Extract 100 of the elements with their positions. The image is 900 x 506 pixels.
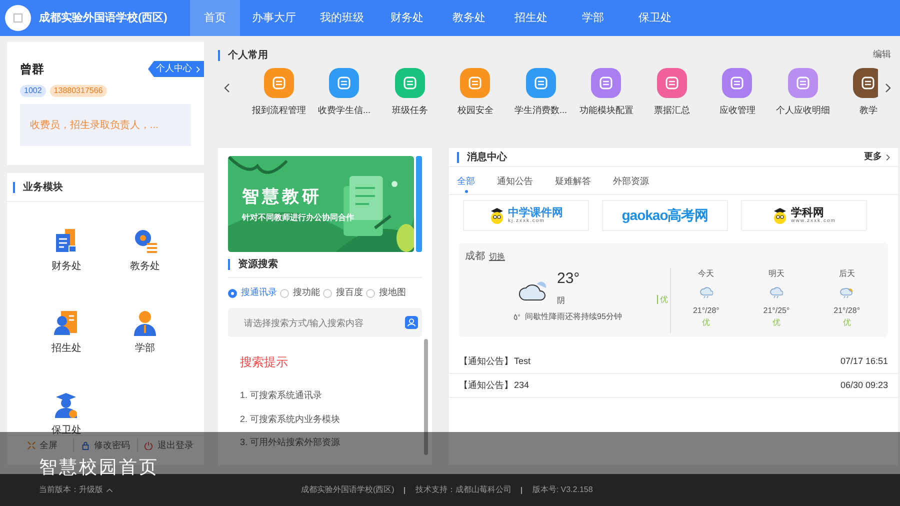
app-glyph-icon bbox=[402, 76, 417, 90]
app-glyph-icon bbox=[664, 76, 679, 90]
search-option[interactable]: 搜功能 bbox=[280, 286, 320, 300]
notice-time: 06/30 09:23 bbox=[840, 378, 888, 392]
search-option[interactable]: 搜通讯录 bbox=[228, 286, 277, 300]
nav-tab[interactable]: 学部 bbox=[562, 0, 624, 36]
rain-cloud-icon bbox=[699, 287, 714, 299]
air-quality: 优 bbox=[702, 317, 710, 329]
tip-text: 1. 可搜索系统通讯录 bbox=[240, 389, 324, 402]
switch-link[interactable]: 切换 bbox=[489, 250, 505, 262]
air-quality: 优 bbox=[657, 295, 668, 304]
module-link[interactable]: 财务处 bbox=[51, 259, 82, 274]
footer-text: 技术支持：成都山莓科公司 bbox=[415, 484, 512, 496]
search-field[interactable]: 请选择搜索方式/输入搜索内容 bbox=[228, 308, 422, 337]
app-label[interactable]: 票据汇总 bbox=[654, 104, 690, 118]
phone-tag: 13880317566 bbox=[50, 85, 107, 97]
notice-row[interactable]: 【通知公告】Test 07/17 16:51 bbox=[449, 350, 898, 374]
current-temperature: 23° bbox=[557, 269, 581, 289]
notice-tag: 【通知公告】 bbox=[459, 378, 513, 392]
section-title: 消息中心 bbox=[467, 150, 507, 164]
raindrop-icon bbox=[513, 312, 522, 320]
section-title: 资源搜索 bbox=[238, 258, 278, 272]
app-label[interactable]: 功能模块配置 bbox=[579, 104, 634, 118]
mascot-icon bbox=[772, 206, 788, 224]
chevron-up-icon bbox=[106, 488, 113, 492]
app-icon[interactable] bbox=[656, 68, 687, 98]
app-glyph-icon bbox=[599, 76, 614, 90]
app-label[interactable]: 校园安全 bbox=[457, 104, 494, 118]
module-link[interactable]: 教务处 bbox=[130, 259, 160, 274]
app-label[interactable]: 学生消费数... bbox=[514, 104, 567, 118]
section-title: 个人常用 bbox=[228, 48, 268, 62]
app-icon[interactable] bbox=[591, 68, 622, 98]
tool-button[interactable]: 全屏 bbox=[11, 438, 74, 452]
city-name: 成都 bbox=[465, 250, 485, 264]
banner-title: 智慧教研 bbox=[242, 186, 323, 208]
site-name: 学科网 bbox=[791, 208, 826, 218]
school-name: 成都实验外国语学校(西区) bbox=[39, 10, 168, 26]
nav-tab[interactable]: 招生处 bbox=[500, 0, 562, 36]
tip-text: 3. 可用外站搜索外部资源 bbox=[240, 436, 342, 449]
app-label[interactable]: 班级任务 bbox=[392, 104, 428, 118]
app-label[interactable]: 应收管理 bbox=[719, 104, 756, 118]
temperature-range: 21°/28° bbox=[692, 305, 720, 317]
app-label[interactable]: 收费学生信... bbox=[318, 104, 370, 118]
fullscreen-icon bbox=[26, 441, 36, 450]
version-toggle[interactable]: 当前版本：升级版 bbox=[39, 484, 113, 496]
power-icon bbox=[144, 441, 154, 450]
notice-time: 07/17 16:51 bbox=[840, 354, 888, 368]
search-option[interactable]: 搜百度 bbox=[323, 286, 363, 300]
nav-tab[interactable]: 办事大厅 bbox=[240, 0, 308, 36]
notice-title: 234 bbox=[514, 378, 530, 392]
app-label[interactable]: 教学 bbox=[859, 104, 878, 118]
app-glyph-icon bbox=[468, 76, 482, 90]
temperature-range: 21°/25° bbox=[763, 305, 790, 317]
nav-tab[interactable]: 教务处 bbox=[438, 0, 500, 36]
chevron-right-icon bbox=[885, 83, 891, 93]
app-label[interactable]: 个人应收明细 bbox=[776, 104, 830, 118]
user-name: 曾群 bbox=[20, 61, 44, 78]
nav-tab[interactable]: 财务处 bbox=[376, 0, 438, 36]
app-glyph-icon bbox=[861, 76, 876, 90]
site-name: gaokao高考网 bbox=[622, 206, 708, 225]
message-tab[interactable]: 全部 bbox=[457, 168, 475, 194]
module-link[interactable]: 招生处 bbox=[51, 341, 82, 356]
message-tab[interactable]: 通知公告 bbox=[497, 168, 533, 194]
search-option[interactable]: 搜地图 bbox=[366, 286, 406, 300]
message-tab[interactable]: 外部资源 bbox=[613, 168, 649, 194]
app-glyph-icon bbox=[272, 76, 286, 90]
personal-center-button[interactable]: 个人中心 bbox=[148, 61, 204, 77]
day-label: 后天 bbox=[838, 268, 855, 280]
rain-cloud-icon bbox=[769, 287, 784, 299]
app-label[interactable]: 报到流程管理 bbox=[252, 104, 306, 118]
nav-tab[interactable]: 保卫处 bbox=[624, 0, 686, 36]
rain-cloud-icon bbox=[840, 287, 854, 299]
tool-button[interactable]: 修改密码 bbox=[73, 438, 137, 452]
logo-icon bbox=[5, 5, 31, 31]
notice-row[interactable]: 【通知公告】234 06/30 09:23 bbox=[449, 374, 898, 398]
air-quality: 优 bbox=[842, 317, 851, 329]
app-icon[interactable] bbox=[853, 68, 878, 98]
day-label: 明天 bbox=[768, 268, 784, 280]
edit-link[interactable]: 编辑 bbox=[873, 48, 891, 62]
tool-button[interactable]: 退出登录 bbox=[136, 438, 200, 452]
module-link[interactable]: 学部 bbox=[134, 341, 155, 356]
message-tab[interactable]: 疑难解答 bbox=[555, 168, 591, 194]
contact-search-icon bbox=[405, 316, 418, 329]
notice-title: Test bbox=[514, 354, 531, 368]
app-icon[interactable] bbox=[329, 68, 360, 98]
banner-subtitle: 针对不同教师进行办公协同合作 bbox=[242, 212, 354, 222]
footer-text: 版本号: V3.2.158 bbox=[532, 484, 593, 496]
air-quality: 优 bbox=[772, 317, 780, 329]
scrollbar[interactable] bbox=[424, 339, 428, 455]
forecast-note: 间歇性降雨还将持续95分钟 bbox=[525, 310, 622, 322]
chevron-right-icon bbox=[196, 66, 200, 72]
caption-title: 智慧校园首页 bbox=[39, 456, 159, 478]
more-link[interactable]: 更多 bbox=[864, 150, 890, 164]
app-glyph-icon bbox=[534, 76, 548, 90]
app-icon[interactable] bbox=[722, 68, 752, 98]
banner[interactable]: 智慧教研 针对不同教师进行办公协同合作 bbox=[228, 156, 414, 252]
id-tag: 1002 bbox=[20, 85, 46, 97]
tip-text: 2. 可搜索系统内业务模块 bbox=[240, 412, 342, 426]
app-icon[interactable] bbox=[526, 68, 556, 98]
nav-tab[interactable]: 我的班级 bbox=[308, 0, 376, 36]
